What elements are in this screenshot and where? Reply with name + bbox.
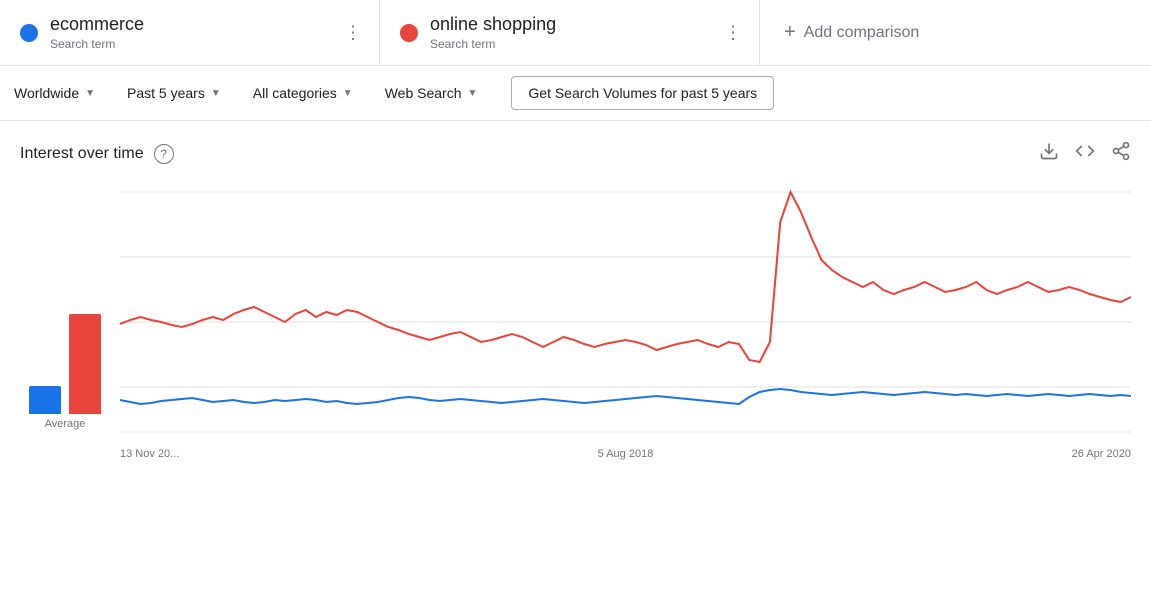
online-shopping-menu-icon[interactable]: ⋮ bbox=[724, 22, 743, 43]
chart-title-group: Interest over time ? bbox=[20, 144, 174, 164]
chart-actions bbox=[1039, 141, 1131, 166]
get-volumes-button[interactable]: Get Search Volumes for past 5 years bbox=[511, 76, 774, 110]
ecommerce-label: ecommerce bbox=[50, 14, 144, 35]
search-type-label: Web Search bbox=[385, 85, 462, 101]
search-term-online-shopping: online shopping Search term ⋮ bbox=[380, 0, 760, 65]
search-type-arrow-icon: ▼ bbox=[467, 88, 477, 99]
online-shopping-label: online shopping bbox=[430, 14, 556, 35]
location-arrow-icon: ▼ bbox=[85, 88, 95, 99]
ecommerce-dot bbox=[20, 24, 38, 42]
plus-icon: + bbox=[784, 21, 796, 44]
online-shopping-text: online shopping Search term bbox=[430, 14, 556, 51]
chart-title: Interest over time bbox=[20, 145, 144, 163]
embed-icon[interactable] bbox=[1075, 141, 1095, 166]
search-type-dropdown[interactable]: Web Search ▼ bbox=[371, 77, 492, 109]
x-label-3: 26 Apr 2020 bbox=[1072, 448, 1131, 460]
chart-header: Interest over time ? bbox=[0, 141, 1151, 182]
x-label-1: 13 Nov 20... bbox=[120, 448, 179, 460]
x-labels: 13 Nov 20... 5 Aug 2018 26 Apr 2020 bbox=[120, 442, 1131, 460]
online-shopping-dot bbox=[400, 24, 418, 42]
share-icon[interactable] bbox=[1111, 141, 1131, 166]
add-comparison-label: Add comparison bbox=[804, 24, 920, 42]
category-dropdown[interactable]: All categories ▼ bbox=[239, 77, 367, 109]
location-dropdown[interactable]: Worldwide ▼ bbox=[0, 77, 109, 109]
time-range-arrow-icon: ▼ bbox=[211, 88, 221, 99]
chart-left-avg: Average bbox=[0, 182, 120, 460]
avg-bar-ecommerce bbox=[29, 386, 61, 414]
x-label-2: 5 Aug 2018 bbox=[598, 448, 654, 460]
avg-bars bbox=[29, 294, 101, 414]
chart-main: 100 75 50 25 13 Nov 20... 5 Aug 2018 26 … bbox=[120, 182, 1151, 460]
search-terms-bar: ecommerce Search term ⋮ online shopping … bbox=[0, 0, 1151, 66]
category-arrow-icon: ▼ bbox=[343, 88, 353, 99]
chart-svg: 100 75 50 25 bbox=[120, 182, 1131, 442]
ecommerce-text: ecommerce Search term bbox=[50, 14, 144, 51]
time-range-dropdown[interactable]: Past 5 years ▼ bbox=[113, 77, 235, 109]
chart-container: Average 100 75 50 25 bbox=[0, 182, 1151, 480]
online-shopping-sublabel: Search term bbox=[430, 37, 495, 51]
chart-section: Interest over time ? bbox=[0, 121, 1151, 480]
help-icon[interactable]: ? bbox=[154, 144, 174, 164]
location-label: Worldwide bbox=[14, 85, 79, 101]
download-icon[interactable] bbox=[1039, 141, 1059, 166]
ecommerce-menu-icon[interactable]: ⋮ bbox=[344, 22, 363, 43]
ecommerce-line bbox=[120, 389, 1131, 404]
filter-bar: Worldwide ▼ Past 5 years ▼ All categorie… bbox=[0, 66, 1151, 121]
avg-label: Average bbox=[45, 418, 86, 430]
online-shopping-line bbox=[120, 192, 1131, 362]
avg-bar-online-shopping bbox=[69, 314, 101, 414]
ecommerce-sublabel: Search term bbox=[50, 37, 115, 51]
search-term-ecommerce: ecommerce Search term ⋮ bbox=[0, 0, 380, 65]
add-comparison-button[interactable]: + Add comparison bbox=[760, 0, 1151, 65]
chart-svg-container: 100 75 50 25 bbox=[120, 182, 1131, 442]
category-label: All categories bbox=[253, 85, 337, 101]
time-range-label: Past 5 years bbox=[127, 85, 205, 101]
